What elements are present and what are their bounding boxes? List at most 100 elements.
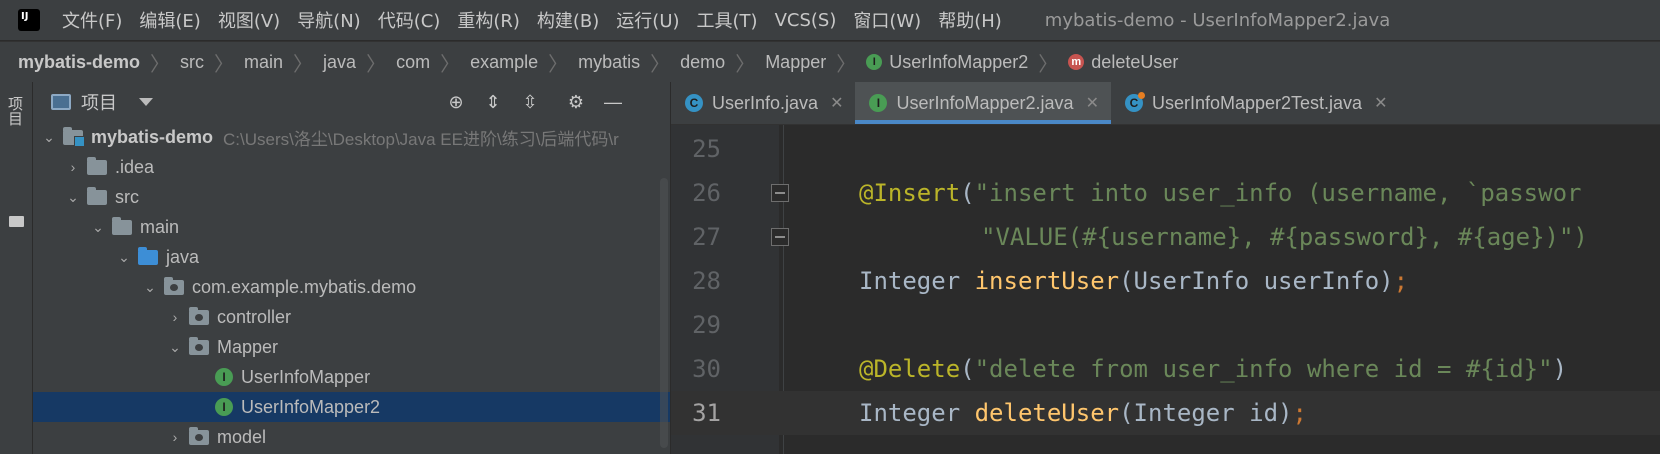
crumb-separator-icon: 〉 (366, 53, 387, 76)
params: (UserInfo userInfo) (1119, 267, 1394, 295)
module-folder-icon (63, 126, 85, 147)
menu-tools[interactable]: 工具(T) (697, 7, 758, 33)
code-line[interactable]: 29 (671, 303, 1660, 347)
tree-item-project-root[interactable]: ⌄ mybatis-demo C:\Users\洛尘\Desktop\Java … (33, 122, 670, 152)
chevron-down-icon[interactable]: ⌄ (90, 219, 106, 236)
tab-userinfomapper2test[interactable]: C UserInfoMapper2Test.java ✕ (1111, 82, 1400, 124)
chevron-down-icon[interactable]: ⌄ (65, 189, 81, 206)
left-tool-strip: 项目 (0, 82, 33, 454)
chevron-down-icon[interactable]: ⌄ (41, 129, 57, 146)
crumb-separator-icon: 〉 (548, 53, 569, 76)
close-icon[interactable]: ✕ (1086, 93, 1099, 113)
crumb-java[interactable]: java (323, 52, 356, 73)
tree-item-label: src (115, 186, 139, 207)
folder-icon[interactable] (9, 216, 24, 227)
tree-item-java[interactable]: ⌄ java (33, 242, 670, 272)
crumb-separator-icon: 〉 (1038, 53, 1059, 76)
project-panel-title[interactable]: 项目 (81, 89, 117, 115)
tab-label: UserInfo.java (712, 92, 819, 113)
code-line[interactable]: 25 (671, 127, 1660, 171)
chevron-down-icon[interactable]: ⌄ (116, 249, 132, 266)
tree-item-label: com.example.mybatis.demo (192, 276, 417, 297)
class-icon: C (685, 94, 703, 112)
expand-all-icon[interactable]: ⇕ (483, 92, 503, 112)
menu-file[interactable]: 文件(F) (62, 7, 122, 33)
code-line[interactable]: 26 @Insert("insert into user_info (usern… (671, 171, 1660, 215)
menu-build[interactable]: 构建(B) (537, 7, 599, 33)
crumb-example[interactable]: example (470, 52, 538, 73)
folder-icon (87, 156, 107, 175)
code-text: @Insert("insert into user_info (username… (859, 179, 1581, 207)
line-number: 28 (692, 267, 721, 295)
crumb-src[interactable]: src (180, 52, 204, 73)
fold-icon[interactable] (771, 228, 789, 246)
menu-navigate[interactable]: 导航(N) (297, 7, 361, 33)
chevron-right-icon[interactable]: › (65, 159, 81, 175)
package-icon (164, 276, 184, 295)
package-icon (189, 426, 209, 445)
menu-refactor[interactable]: 重构(R) (457, 7, 520, 33)
code-line[interactable]: 28 Integer insertUser(UserInfo userInfo)… (671, 259, 1660, 303)
crumb-mybatis[interactable]: mybatis (578, 52, 640, 73)
collapse-all-icon[interactable]: ⇳ (520, 92, 540, 112)
code-text: Integer insertUser(UserInfo userInfo); (859, 267, 1408, 295)
crumb-main[interactable]: main (244, 52, 283, 73)
code-line[interactable]: 30 @Delete("delete from user_info where … (671, 347, 1660, 391)
method-name: insertUser (974, 267, 1120, 295)
tree-item-label: java (166, 246, 200, 267)
code-line[interactable]: 27 "VALUE(#{username}, #{password}, #{ag… (671, 215, 1660, 259)
tree-item-userinfomapper2[interactable]: I UserInfoMapper2 (33, 392, 670, 422)
tree-item-controller[interactable]: › controller (33, 302, 670, 332)
chevron-down-icon[interactable]: ⌄ (167, 339, 183, 356)
folder-icon (87, 186, 107, 205)
crumb-interface[interactable]: I UserInfoMapper2 (866, 52, 1028, 73)
code-editor: C UserInfo.java ✕ I UserInfoMapper2.java… (671, 82, 1660, 454)
crumb-demo[interactable]: demo (680, 52, 725, 73)
code-line-current[interactable]: 31 Integer deleteUser(Integer id); (671, 391, 1660, 435)
tree-item-package[interactable]: ⌄ com.example.mybatis.demo (33, 272, 670, 302)
fold-icon[interactable] (771, 184, 789, 202)
gear-icon[interactable]: ⚙ (566, 92, 586, 112)
tree-item-main[interactable]: ⌄ main (33, 212, 670, 242)
crumb-separator-icon: 〉 (293, 53, 314, 76)
menu-run[interactable]: 运行(U) (616, 7, 679, 33)
tab-userinfomapper2[interactable]: I UserInfoMapper2.java ✕ (855, 82, 1111, 124)
menu-window[interactable]: 窗口(W) (853, 7, 921, 33)
crumb-com[interactable]: com (396, 52, 430, 73)
tree-item-idea[interactable]: › .idea (33, 152, 670, 182)
chevron-right-icon[interactable]: › (167, 429, 183, 445)
menu-help[interactable]: 帮助(H) (938, 7, 1002, 33)
folder-icon (112, 216, 132, 235)
project-scrollbar[interactable] (660, 178, 668, 448)
crumb-mapper[interactable]: Mapper (765, 52, 826, 73)
menu-edit[interactable]: 编辑(E) (139, 7, 200, 33)
locate-icon[interactable]: ⊕ (446, 92, 466, 112)
view-dropdown-icon[interactable] (139, 98, 153, 106)
hide-icon[interactable]: — (603, 92, 623, 112)
close-icon[interactable]: ✕ (1374, 93, 1387, 113)
chevron-right-icon[interactable]: › (167, 309, 183, 325)
menu-view[interactable]: 视图(V) (218, 7, 280, 33)
breadcrumb: mybatis-demo 〉 src 〉 main 〉 java 〉 com 〉… (0, 41, 1660, 83)
interface-icon: I (869, 94, 888, 112)
project-tool-tab[interactable]: 项目 (6, 96, 26, 140)
chevron-down-icon[interactable]: ⌄ (142, 279, 158, 296)
tree-item-src[interactable]: ⌄ src (33, 182, 670, 212)
tab-userinfo[interactable]: C UserInfo.java ✕ (671, 82, 855, 124)
close-icon[interactable]: ✕ (830, 93, 843, 113)
crumb-project[interactable]: mybatis-demo (18, 52, 140, 73)
menu-bar: IJ 文件(F) 编辑(E) 视图(V) 导航(N) 代码(C) 重构(R) 构… (0, 0, 1660, 40)
window-title: mybatis-demo - UserInfoMapper2.java (1044, 9, 1391, 31)
menu-vcs[interactable]: VCS(S) (775, 10, 837, 31)
tab-label: UserInfoMapper2.java (896, 92, 1074, 113)
method-name: deleteUser (974, 399, 1120, 427)
tree-item-mapper[interactable]: ⌄ Mapper (33, 332, 670, 362)
crumb-method[interactable]: m deleteUser (1068, 52, 1178, 73)
params: (Integer id) (1119, 399, 1293, 427)
tree-item-model[interactable]: › model (33, 422, 670, 452)
menu-code[interactable]: 代码(C) (378, 7, 441, 33)
line-number: 27 (692, 223, 721, 251)
tree-item-userinfomapper[interactable]: I UserInfoMapper (33, 362, 670, 392)
intellij-logo-icon[interactable]: IJ (15, 6, 43, 34)
tree-item-label: main (140, 216, 180, 237)
